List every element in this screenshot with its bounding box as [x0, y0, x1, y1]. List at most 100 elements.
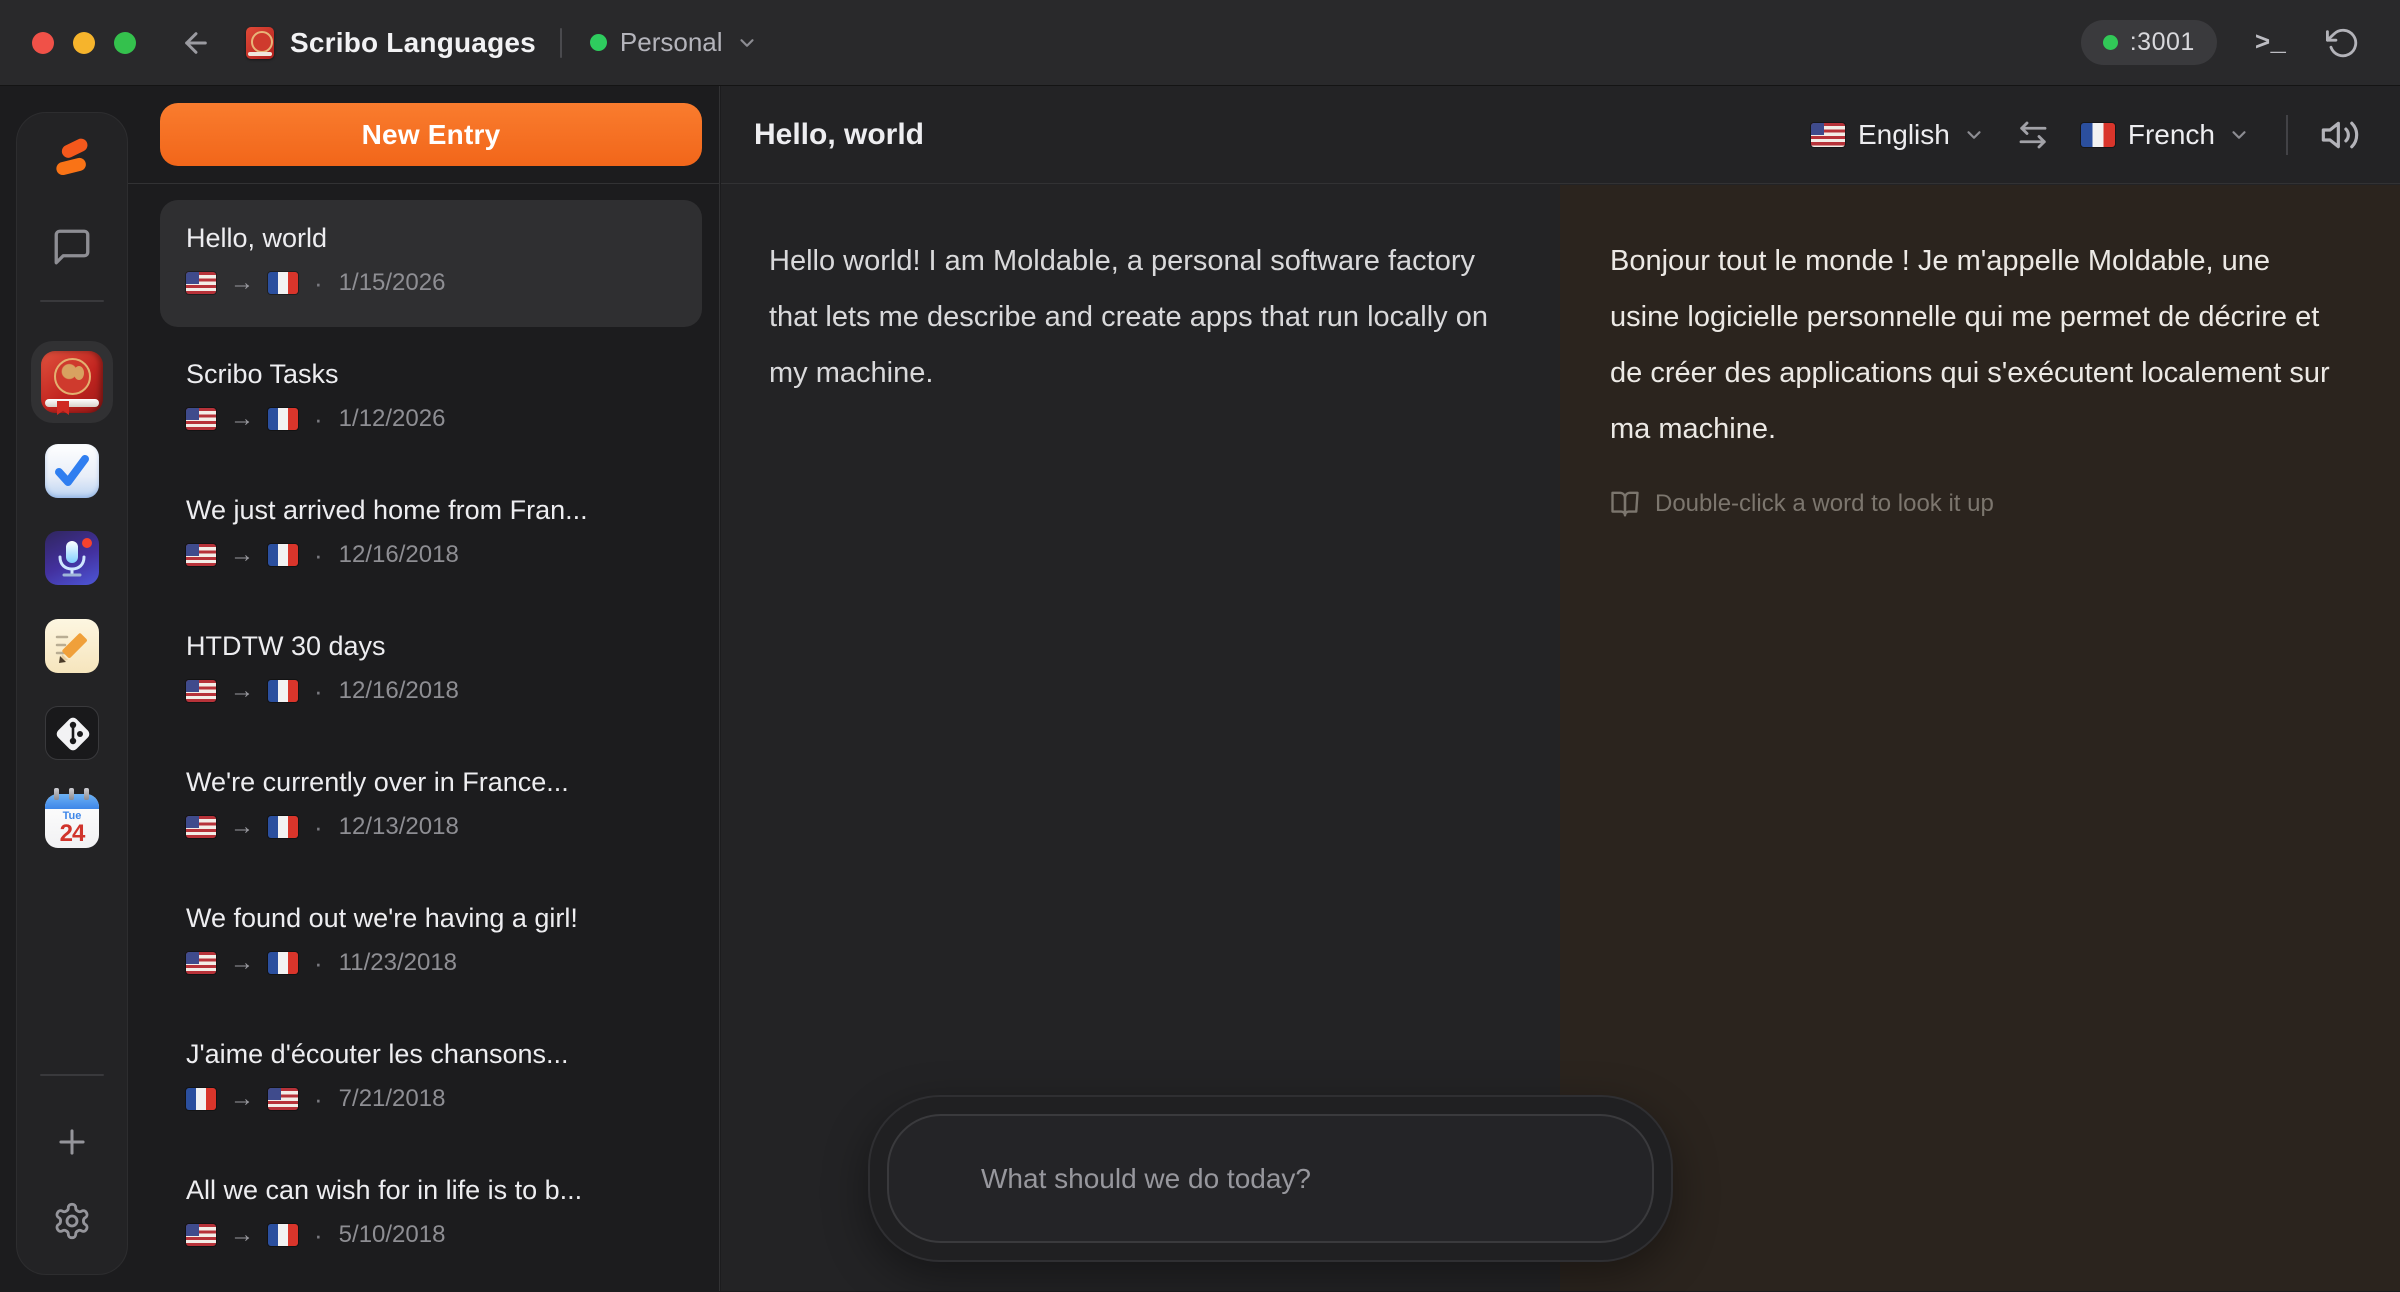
us-flag-icon: [1811, 123, 1845, 147]
settings-button[interactable]: [52, 1201, 92, 1241]
moldable-logo-icon[interactable]: [48, 137, 96, 181]
chat-input-container: [868, 1095, 1673, 1262]
entry-list-item[interactable]: We found out we're having a girl! → · 11…: [160, 880, 702, 1007]
tasks-app-icon: [45, 444, 99, 498]
rail-item-scribo-languages[interactable]: [31, 341, 113, 423]
chat-input[interactable]: [889, 1163, 1652, 1195]
source-flag-icon: [186, 680, 216, 702]
arrow-left-icon: [180, 27, 212, 59]
close-window-button[interactable]: [32, 32, 54, 54]
entry-list-item[interactable]: All we can wish for in life is to b... →…: [160, 1152, 702, 1279]
terminal-button[interactable]: >_: [2255, 28, 2286, 58]
settings-gear-icon: [52, 1201, 92, 1241]
swap-languages-button[interactable]: [2015, 117, 2051, 153]
entry-meta: → · 12/16/2018: [186, 541, 676, 569]
chevron-down-icon: [736, 32, 758, 54]
source-flag-icon: [186, 1224, 216, 1246]
workspace-switcher[interactable]: Personal: [590, 27, 758, 58]
rail-item-tasks[interactable]: [45, 444, 99, 498]
arrow-right-icon: →: [230, 951, 254, 975]
entry-meta: → · 12/16/2018: [186, 677, 676, 705]
entry-list-item[interactable]: We just arrived home from Fran... → · 12…: [160, 472, 702, 599]
add-app-button[interactable]: [53, 1123, 91, 1161]
entry-date: 12/16/2018: [339, 677, 459, 705]
entry-list-item[interactable]: J'aime d'écouter les chansons... → · 7/2…: [160, 1016, 702, 1143]
entry-meta: → · 1/12/2026: [186, 405, 676, 433]
rail-item-git[interactable]: [45, 706, 99, 760]
refresh-button[interactable]: [2326, 26, 2360, 60]
entry-meta: → · 5/10/2018: [186, 1221, 676, 1249]
rail-item-calendar[interactable]: Tue 24: [45, 794, 99, 848]
target-text-panel: Bonjour tout le monde ! Je m'appelle Mol…: [1560, 185, 2400, 1291]
language-controls: English French: [1811, 115, 2360, 155]
rail-item-notes[interactable]: [45, 619, 99, 673]
entry-list-item[interactable]: HTDTW 30 days → · 12/16/2018: [160, 608, 702, 735]
new-entry-button[interactable]: New Entry: [160, 103, 702, 166]
back-button[interactable]: [180, 27, 212, 59]
entry-title: All we can wish for in life is to b...: [186, 1175, 676, 1206]
terminal-icon: >_: [2255, 28, 2286, 58]
content-area: Tue 24 New Entry Hello, world →: [0, 86, 2400, 1291]
entry-date: 7/21/2018: [339, 1085, 446, 1113]
target-flag-icon: [268, 1224, 298, 1246]
source-text[interactable]: Hello world! I am Moldable, a personal s…: [769, 233, 1489, 401]
calendar-app-icon: Tue 24: [45, 794, 99, 848]
page-title: Hello, world: [754, 118, 924, 152]
chevron-down-icon: [2228, 124, 2250, 146]
dot-separator: ·: [314, 814, 323, 840]
entries-sidebar: New Entry Hello, world → · 1/15/2026 Scr…: [128, 86, 720, 1291]
entry-list-item[interactable]: We're currently over in France... → · 12…: [160, 744, 702, 871]
entry-title: Hello, world: [186, 223, 676, 254]
source-language-label: English: [1858, 119, 1950, 151]
entry-date: 1/15/2026: [339, 269, 446, 297]
target-flag-icon: [268, 272, 298, 294]
source-flag-icon: [186, 952, 216, 974]
titlebar-right-controls: :3001 >_: [2081, 20, 2360, 65]
rail-divider: [40, 1074, 104, 1076]
swap-arrows-icon: [2015, 117, 2051, 153]
minimize-window-button[interactable]: [73, 32, 95, 54]
dot-separator: ·: [314, 270, 323, 296]
app-title: Scribo Languages: [290, 27, 536, 59]
entry-meta: → · 1/15/2026: [186, 269, 676, 297]
source-language-select[interactable]: English: [1811, 119, 1985, 151]
target-flag-icon: [268, 952, 298, 974]
entry-date: 5/10/2018: [339, 1221, 446, 1249]
sidebar-header: New Entry: [128, 86, 719, 184]
target-language-label: French: [2128, 119, 2215, 151]
target-flag-icon: [268, 680, 298, 702]
entry-list-item[interactable]: Hello, world → · 1/15/2026: [160, 200, 702, 327]
source-flag-icon: [186, 408, 216, 430]
target-flag-icon: [268, 816, 298, 838]
workspace-label: Personal: [620, 27, 723, 58]
arrow-right-icon: →: [230, 1087, 254, 1111]
entry-date: 1/12/2026: [339, 405, 446, 433]
entry-title: We found out we're having a girl!: [186, 903, 676, 934]
entry-date: 11/23/2018: [339, 949, 457, 977]
entry-title: J'aime d'écouter les chansons...: [186, 1039, 676, 1070]
refresh-icon: [2326, 26, 2360, 60]
entry-meta: → · 11/23/2018: [186, 949, 676, 977]
port-badge[interactable]: :3001: [2081, 20, 2217, 65]
entry-meta: → · 7/21/2018: [186, 1085, 676, 1113]
titlebar-divider: [560, 28, 562, 58]
rail-item-voice[interactable]: [45, 531, 99, 585]
dot-separator: ·: [314, 1086, 323, 1112]
chat-bubble-icon[interactable]: [51, 226, 93, 268]
app-rail: Tue 24: [16, 112, 128, 1275]
source-flag-icon: [186, 1088, 216, 1110]
target-language-select[interactable]: French: [2081, 119, 2250, 151]
speak-button[interactable]: [2320, 115, 2360, 155]
entry-list-item[interactable]: Scribo Tasks → · 1/12/2026: [160, 336, 702, 463]
plus-icon: [53, 1123, 91, 1161]
voice-memo-app-icon: [45, 531, 99, 585]
dot-separator: ·: [314, 678, 323, 704]
zoom-window-button[interactable]: [114, 32, 136, 54]
dictionary-hint: Double-click a word to look it up: [1610, 489, 2350, 519]
arrow-right-icon: →: [230, 815, 254, 839]
arrow-right-icon: →: [230, 543, 254, 567]
source-flag-icon: [186, 816, 216, 838]
titlebar: Scribo Languages Personal :3001 >_: [0, 0, 2400, 86]
entry-title: Scribo Tasks: [186, 359, 676, 390]
target-text[interactable]: Bonjour tout le monde ! Je m'appelle Mol…: [1610, 233, 2330, 457]
